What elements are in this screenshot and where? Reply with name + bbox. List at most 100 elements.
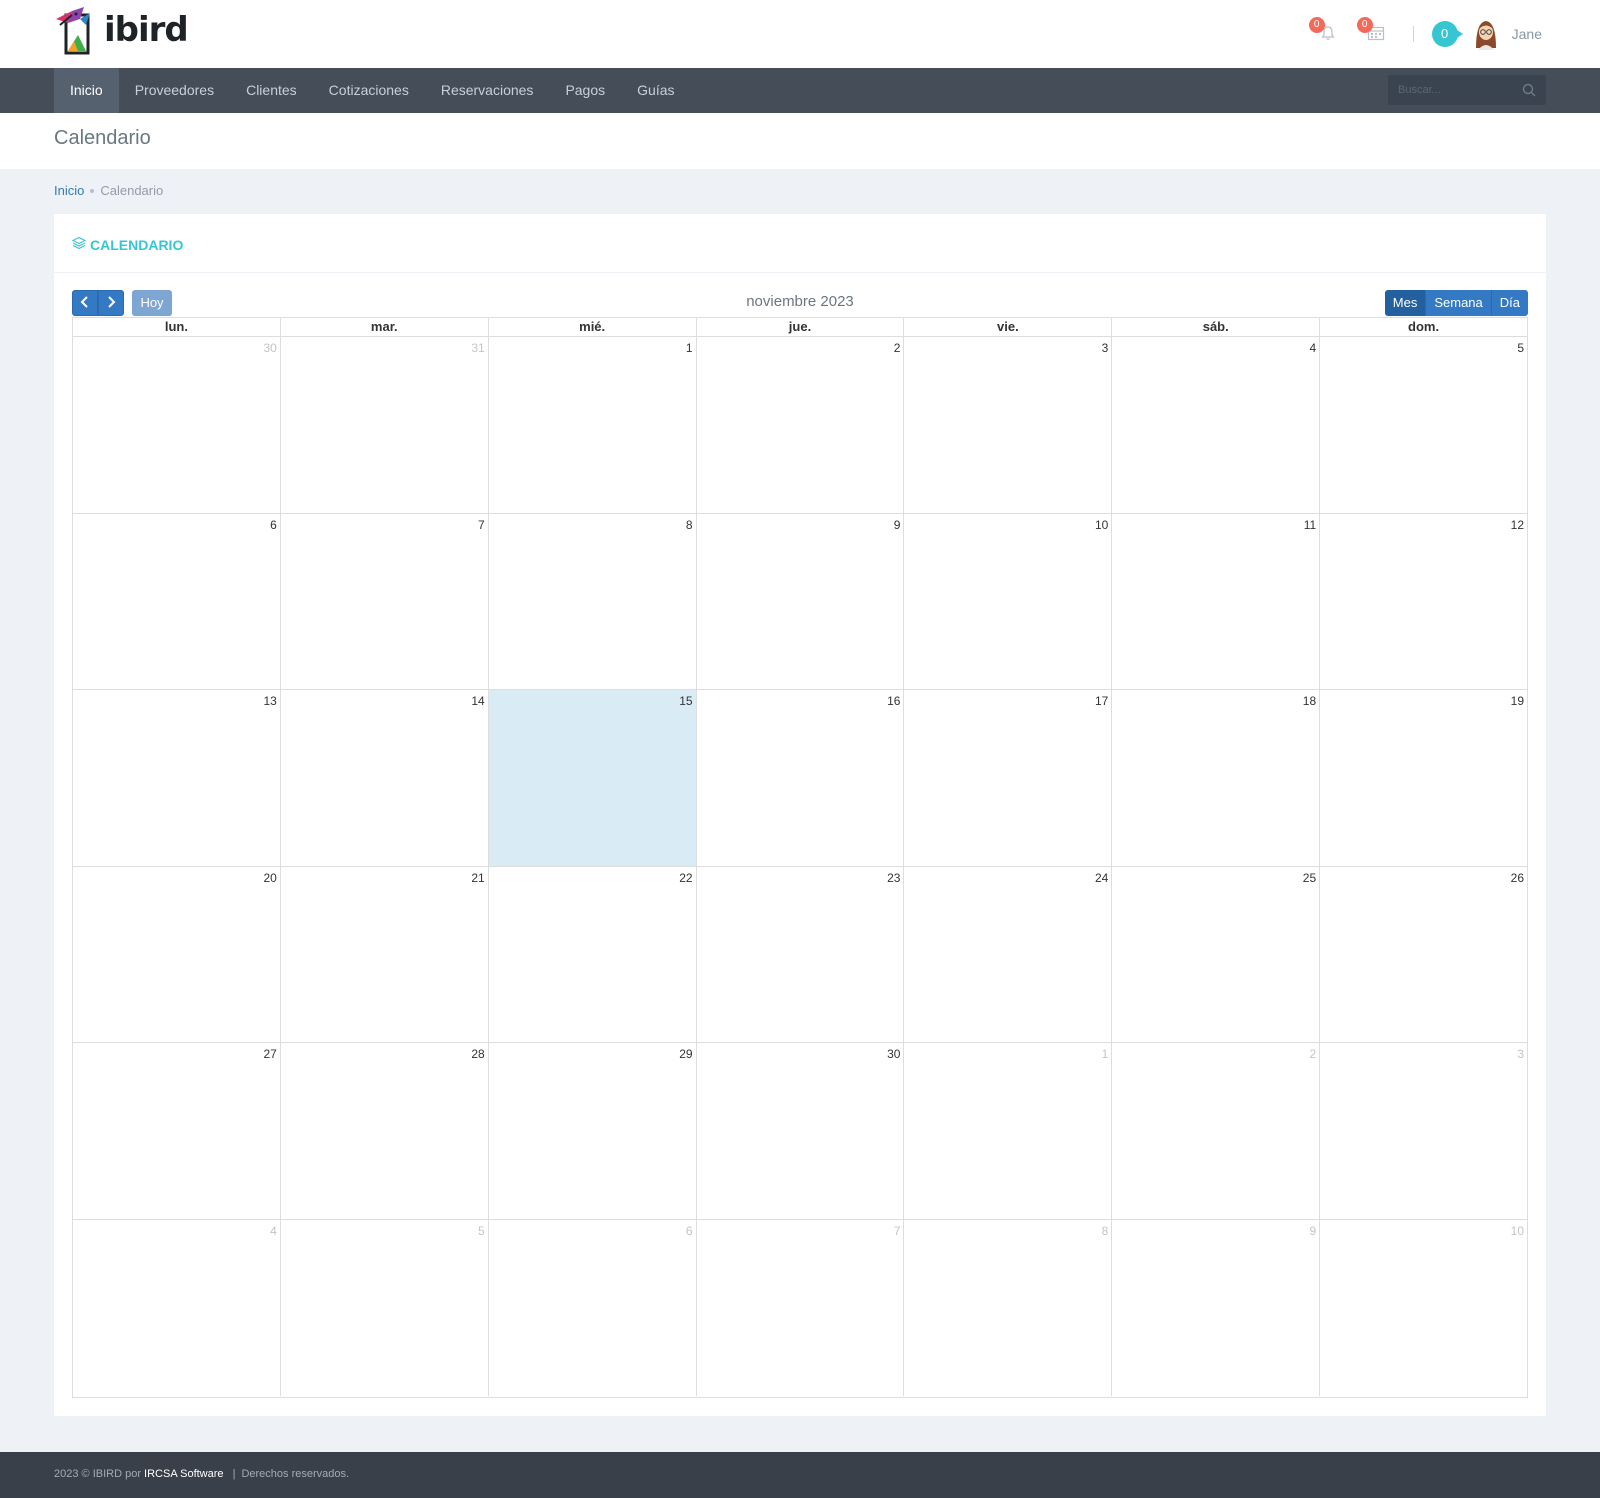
portlet-header: CALENDARIO <box>54 214 1546 273</box>
calendar-day-cell[interactable]: 29 <box>489 1043 697 1219</box>
top-header: ibird 0 0 0 Jane <box>0 0 1600 68</box>
search-input[interactable] <box>1388 75 1508 105</box>
nav-item-proveedores[interactable]: Proveedores <box>119 68 230 113</box>
calendar-day-cell[interactable]: 18 <box>1112 690 1321 866</box>
day-number: 8 <box>685 517 693 532</box>
portlet-title: CALENDARIO <box>71 236 183 253</box>
nav-item-inicio[interactable]: Inicio <box>54 68 119 113</box>
weekday-header: vie. <box>904 318 1113 336</box>
tasks-badge: 0 <box>1356 17 1373 33</box>
calendar-day-cell[interactable]: 13 <box>73 690 281 866</box>
view-switcher: Mes Semana Día <box>1384 290 1528 316</box>
day-number: 6 <box>685 1223 693 1238</box>
calendar-day-cell[interactable]: 17 <box>904 690 1113 866</box>
hummingbird-logo-icon <box>54 5 102 55</box>
calendar-day-cell[interactable]: 26 <box>1320 867 1527 1043</box>
footer-brand-link[interactable]: IRCSA Software <box>144 1468 223 1480</box>
page-title: Calendario <box>54 127 151 149</box>
nav-item-cotizaciones[interactable]: Cotizaciones <box>313 68 425 113</box>
day-number: 11 <box>1303 517 1317 532</box>
calendar-day-cell[interactable]: 20 <box>73 866 281 1042</box>
calendar-day-cell[interactable]: 9 <box>1112 1219 1321 1396</box>
calendar-day-cell[interactable]: 10 <box>904 513 1113 689</box>
calendar-day-cell[interactable]: 4 <box>73 1219 281 1396</box>
nav-item-pagos[interactable]: Pagos <box>549 68 621 113</box>
day-number: 8 <box>1101 1223 1109 1238</box>
calendar-day-cell[interactable]: 16 <box>697 690 905 866</box>
calendar-day-cell[interactable]: 30 <box>697 1043 905 1219</box>
calendar-day-cell[interactable]: 27 <box>73 1043 281 1219</box>
calendar-day-cell[interactable]: 14 <box>281 690 489 866</box>
nav-item-reservaciones[interactable]: Reservaciones <box>425 68 550 113</box>
calendar-day-cell[interactable]: 23 <box>697 866 905 1042</box>
day-number: 25 <box>1302 870 1317 885</box>
day-number: 7 <box>893 1223 901 1238</box>
day-number: 6 <box>270 517 277 532</box>
calendar-day-cell[interactable]: 2 <box>697 337 905 513</box>
calendar-day-cell[interactable]: 6 <box>489 1219 697 1396</box>
calendar-day-cell[interactable]: 1 <box>489 337 697 513</box>
day-number: 7 <box>478 517 485 532</box>
tasks-button[interactable]: 0 <box>1356 17 1391 49</box>
day-number: 30 <box>263 341 277 355</box>
ibird-logo[interactable]: ibird <box>54 4 189 56</box>
calendar-day-cell[interactable]: 5 <box>281 1219 489 1396</box>
calendar-day-cell[interactable]: 7 <box>697 1219 905 1396</box>
day-number: 19 <box>1510 694 1525 708</box>
page-head: Calendario <box>0 113 1600 169</box>
calendar-day-cell[interactable]: 1 <box>904 1043 1113 1219</box>
calendar-day-cell[interactable]: 24 <box>904 866 1113 1042</box>
calendar-day-cell[interactable]: 3 <box>1320 1043 1527 1219</box>
calendar-day-cell[interactable]: 19 <box>1320 690 1527 866</box>
calendar-day-cell[interactable]: 12 <box>1320 514 1527 690</box>
breadcrumb-current: Calendario <box>100 183 164 198</box>
day-number: 1 <box>1101 1047 1109 1061</box>
search-box <box>1388 75 1546 105</box>
calendar-day-cell[interactable]: 6 <box>73 513 281 689</box>
day-number: 13 <box>263 694 277 708</box>
notifications-badge: 0 <box>1308 17 1325 33</box>
search-icon[interactable] <box>1522 83 1536 97</box>
calendar-day-cell[interactable]: 25 <box>1112 866 1321 1042</box>
inbox-button[interactable]: 0 <box>1431 21 1463 47</box>
view-day-button[interactable]: Día <box>1491 290 1528 316</box>
nav-item-clientes[interactable]: Clientes <box>230 68 313 113</box>
calendar-day-cell[interactable]: 28 <box>281 1043 489 1219</box>
day-number: 16 <box>887 694 901 708</box>
avatar[interactable] <box>1472 18 1500 50</box>
breadcrumb-home-link[interactable]: Inicio <box>54 183 84 198</box>
calendar-day-today[interactable]: 15 <box>488 690 697 866</box>
calendar-day-cell[interactable]: 9 <box>697 513 905 689</box>
day-number: 2 <box>893 341 901 355</box>
day-number: 31 <box>471 341 485 355</box>
calendar-day-cell[interactable]: 3 <box>904 337 1113 513</box>
nav-item-guias[interactable]: Guías <box>621 68 690 113</box>
calendar-day-cell[interactable]: 10 <box>1320 1220 1527 1397</box>
day-number: 20 <box>263 870 277 885</box>
page-footer: 2023 © IBIRD por IRCSA Software | Derecho… <box>0 1452 1600 1498</box>
view-month-button[interactable]: Mes <box>1384 290 1427 316</box>
calendar-week-row: 20 21 22 23 24 25 26 <box>73 866 1527 1043</box>
calendar-day-cell[interactable]: 5 <box>1320 337 1527 513</box>
day-number: 3 <box>1101 341 1109 355</box>
calendar-day-cell[interactable]: 4 <box>1112 337 1321 513</box>
day-number: 24 <box>1094 870 1109 885</box>
calendar-day-cell[interactable]: 11 <box>1112 513 1321 689</box>
calendar-weeks: 30 31 1 2 3 4 5 6 7 8 9 10 11 12 13 14 15 16 17 18 19 20 21 22 2… <box>73 337 1527 1396</box>
footer-copyright: 2023 © IBIRD por <box>54 1468 141 1480</box>
calendar-day-cell[interactable]: 2 <box>1112 1043 1321 1219</box>
calendar-day-cell[interactable]: 8 <box>904 1219 1113 1396</box>
calendar-day-cell[interactable]: 21 <box>281 866 489 1042</box>
calendar-day-cell[interactable]: 8 <box>489 513 697 689</box>
layers-icon <box>71 236 90 253</box>
user-name[interactable]: Jane <box>1512 26 1542 42</box>
calendar-day-cell[interactable]: 7 <box>281 513 489 689</box>
day-number: 4 <box>270 1223 277 1238</box>
day-number: 26 <box>1510 870 1525 885</box>
notifications-button[interactable]: 0 <box>1308 17 1343 49</box>
view-week-button[interactable]: Semana <box>1426 290 1492 316</box>
calendar-day-cell[interactable]: 30 <box>73 337 281 513</box>
calendar-day-cell[interactable]: 31 <box>281 337 489 513</box>
calendar-day-cell[interactable]: 22 <box>489 866 697 1042</box>
day-number: 4 <box>1309 341 1317 355</box>
